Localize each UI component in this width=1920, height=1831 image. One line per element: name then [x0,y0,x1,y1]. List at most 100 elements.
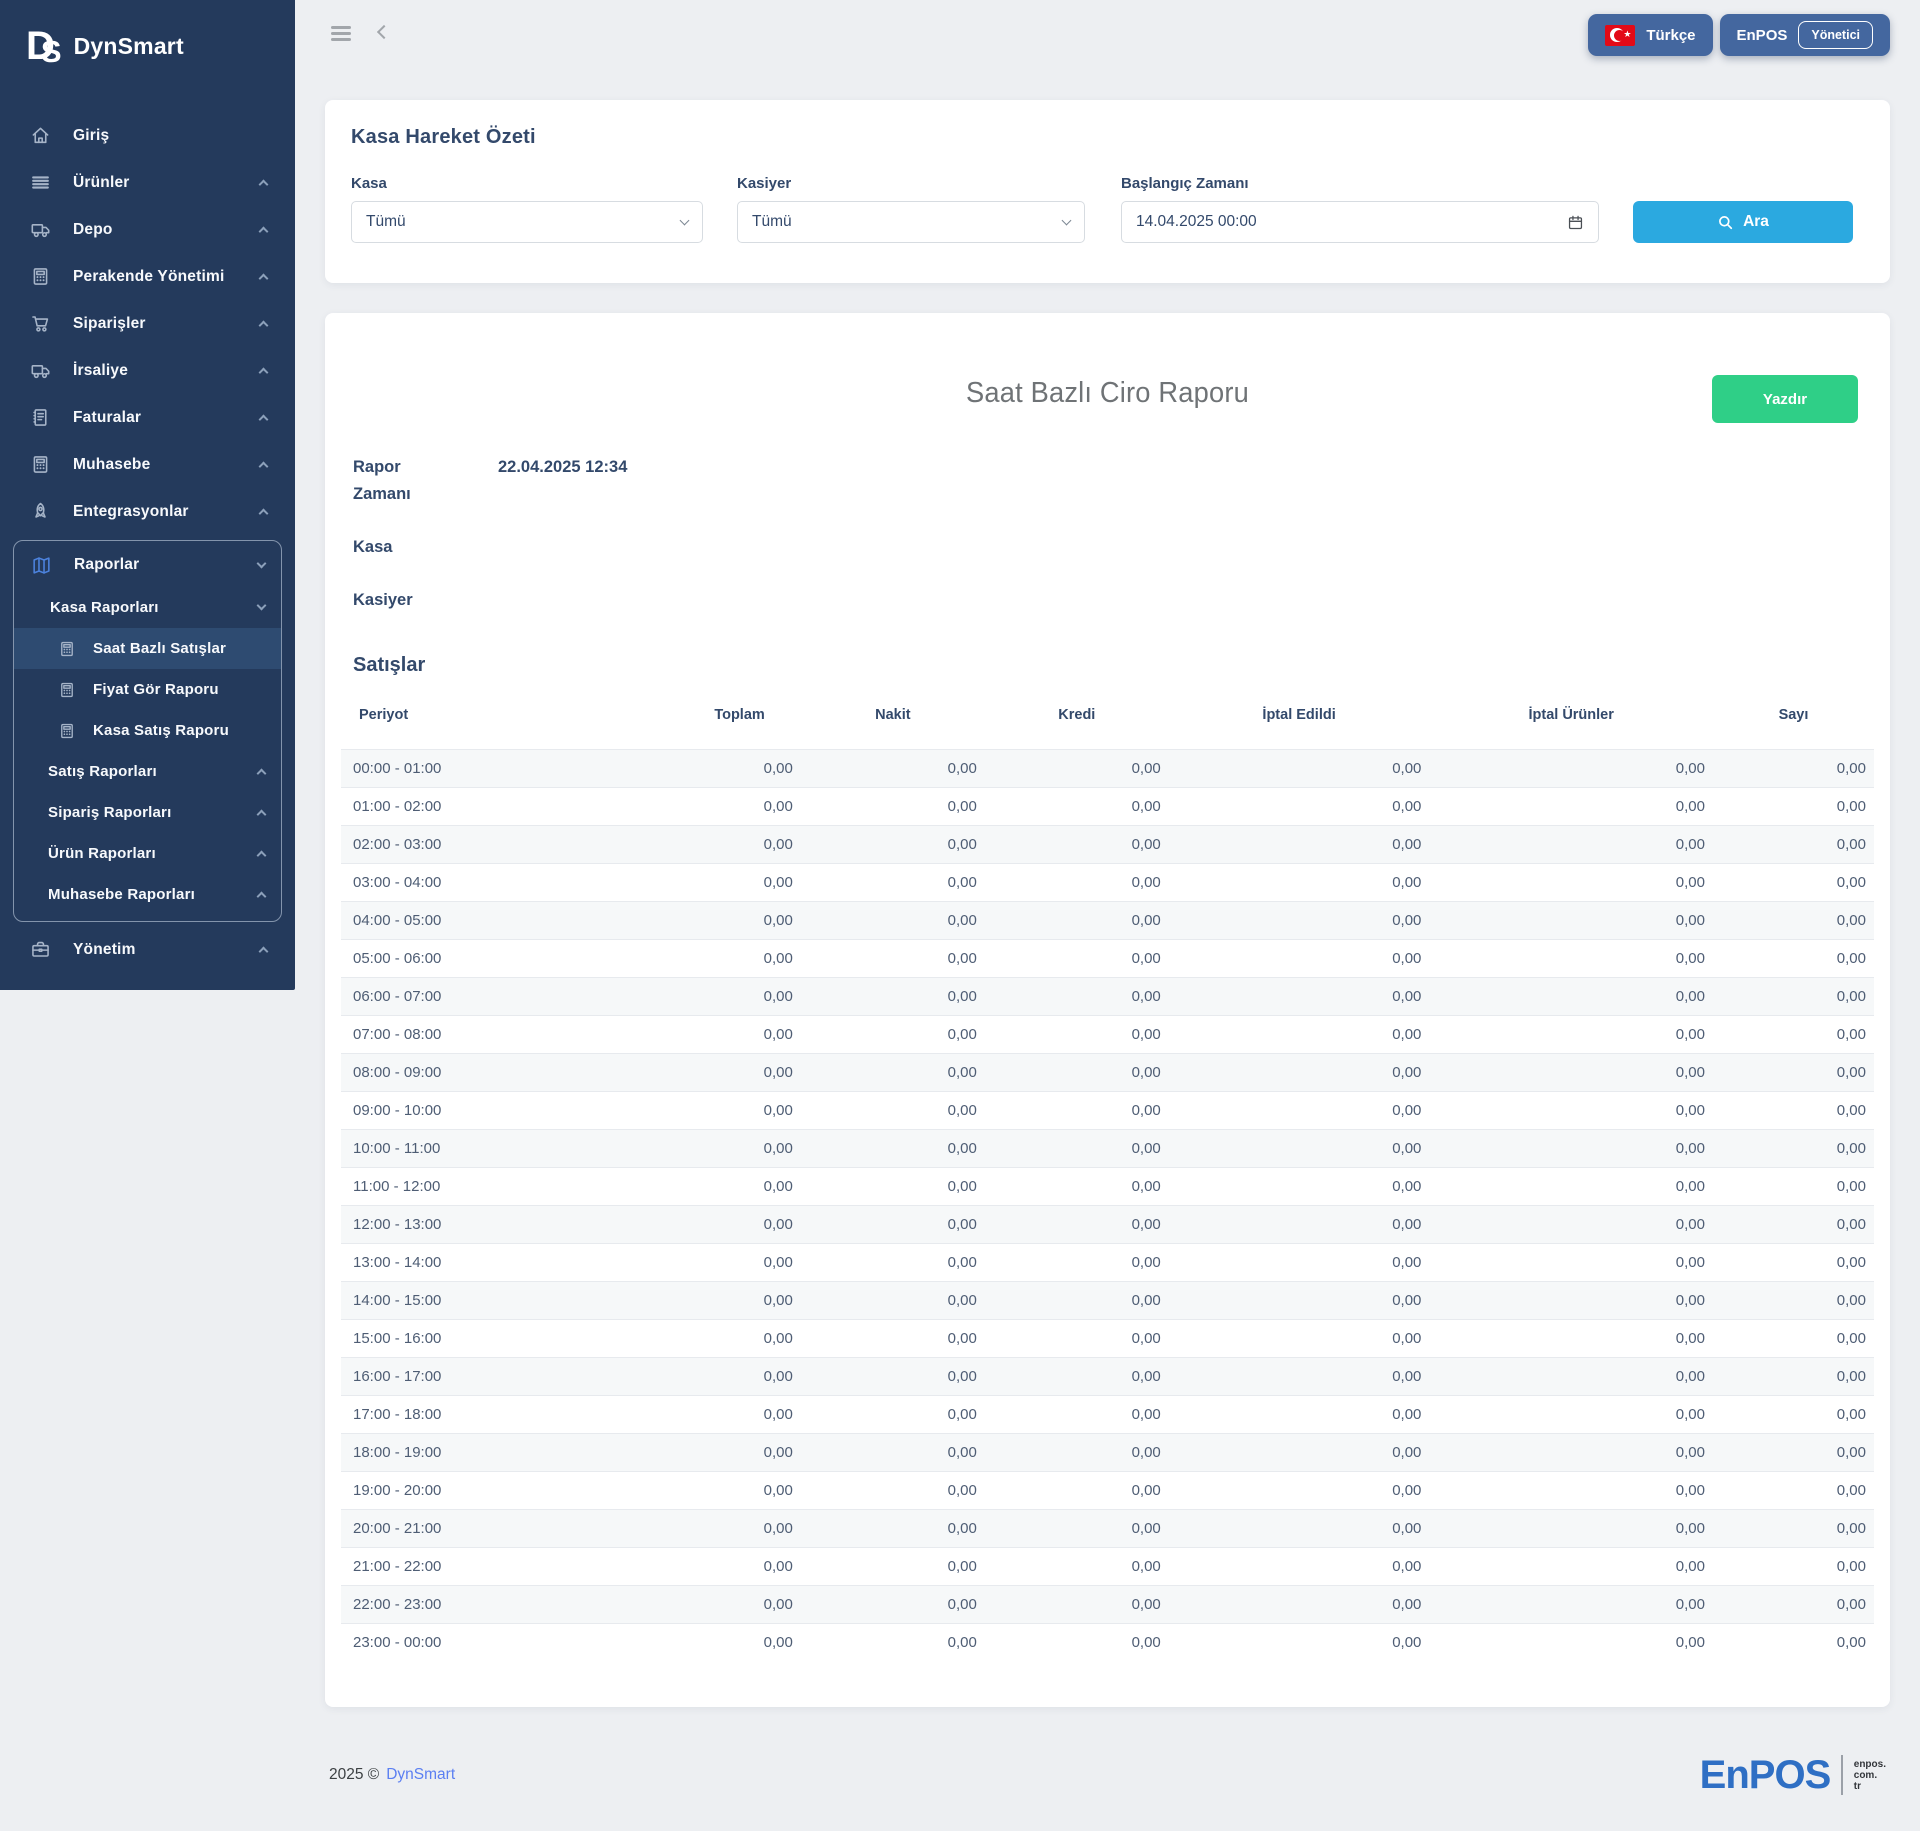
sidebar-item-kasa-satis-raporu[interactable]: Kasa Satış Raporu [14,710,281,751]
role-badge[interactable]: Yönetici [1798,21,1873,49]
sidebar-item-label: Satış Raporları [48,763,157,780]
table-row: 11:00 - 12:00 0,00 0,00 0,00 0,00 0,00 0… [341,1167,1874,1206]
chevron-up-icon [258,508,269,519]
cell-iptal-edildi: 0,00 [1168,787,1430,826]
sidebar-item-urun-raporlari[interactable]: Ürün Raporları [14,833,281,874]
truck-icon [30,360,52,382]
cell-iptal-urunler: 0,00 [1429,1167,1713,1206]
chevron-up-icon [256,809,267,820]
cell-iptal-edildi: 0,00 [1168,1509,1430,1548]
menu-toggle-icon[interactable] [329,24,353,43]
cell-nakit: 0,00 [800,1167,985,1206]
cell-iptal-edildi: 0,00 [1168,1623,1430,1661]
sidebar: DS DynSmart Giriş Ürünler Depo Perakende… [0,0,295,990]
sidebar-item-entegrasyonlar[interactable]: Entegrasyonlar [0,488,295,535]
cell-toplam: 0,00 [678,1319,801,1358]
chevron-up-icon [258,414,269,425]
cell-iptal-urunler: 0,00 [1429,749,1713,788]
cell-periyot: 04:00 - 05:00 [341,901,679,940]
enpos-logo-text: EnPOS [1699,1752,1832,1797]
sidebar-item-urunler[interactable]: Ürünler [0,159,295,206]
sidebar-item-siparis-raporlari[interactable]: Sipariş Raporları [14,792,281,833]
sidebar-item-satis-raporlari[interactable]: Satış Raporları [14,751,281,792]
cell-iptal-urunler: 0,00 [1429,1509,1713,1548]
column-header-kredi: Kredi [1058,707,1096,723]
cell-iptal-urunler: 0,00 [1429,1129,1713,1168]
kasa-select[interactable]: Tümü [351,201,703,243]
table-row: 23:00 - 00:00 0,00 0,00 0,00 0,00 0,00 0… [341,1623,1874,1661]
enpos-logo: EnPOS enpos. com. tr [1700,1753,1886,1798]
table-row: 02:00 - 03:00 0,00 0,00 0,00 0,00 0,00 0… [341,825,1874,864]
back-chevron-icon[interactable] [376,25,392,40]
cell-iptal-edildi: 0,00 [1168,1585,1430,1624]
sidebar-item-label: Ürünler [73,173,130,191]
start-time-value: 14.04.2025 00:00 [1136,213,1257,230]
sidebar-item-saat-bazli-satislar[interactable]: Saat Bazlı Satışlar [14,628,281,669]
cell-toplam: 0,00 [678,1623,801,1661]
cell-toplam: 0,00 [678,1395,801,1434]
column-header-toplam: Toplam [714,707,765,723]
print-button[interactable]: Yazdır [1712,375,1858,423]
cell-nakit: 0,00 [800,787,985,826]
copyright-year: 2025 © [329,1766,380,1783]
cell-kredi: 0,00 [984,1623,1169,1661]
cell-kredi: 0,00 [984,1205,1169,1244]
cell-iptal-urunler: 0,00 [1429,1319,1713,1358]
sidebar-item-label: Faturalar [73,408,142,426]
brand-link[interactable]: DynSmart [386,1766,455,1784]
cell-sayi: 0,00 [1712,1357,1874,1396]
sidebar-item-raporlar[interactable]: Raporlar [14,543,281,587]
sidebar-item-muhasebe-raporlari[interactable]: Muhasebe Raporları [14,874,281,915]
cell-toplam: 0,00 [678,939,801,978]
chevron-up-icon [256,768,267,779]
app-logo[interactable]: DS DynSmart [0,0,295,69]
sidebar-item-irsaliye[interactable]: İrsaliye [0,347,295,394]
chevron-up-icon [256,891,267,902]
cell-periyot: 18:00 - 19:00 [341,1433,679,1472]
cell-nakit: 0,00 [800,939,985,978]
sidebar-item-faturalar[interactable]: Faturalar [0,394,295,441]
sidebar-item-siparisler[interactable]: Siparişler [0,300,295,347]
cell-kredi: 0,00 [984,825,1169,864]
cell-nakit: 0,00 [800,901,985,940]
cell-kredi: 0,00 [984,863,1169,902]
cell-kredi: 0,00 [984,1243,1169,1282]
logo-mark: DS [26,24,62,69]
language-button[interactable]: ★ Türkçe [1588,14,1713,56]
search-button[interactable]: Ara [1633,201,1853,243]
cell-toplam: 0,00 [678,977,801,1016]
meta-row-rapor-zamani: Rapor Zamanı 22.04.2025 12:34 [353,454,1874,508]
cell-nakit: 0,00 [800,1471,985,1510]
sidebar-item-label: Kasa Satış Raporu [93,722,229,739]
page: DS DynSmart Giriş Ürünler Depo Perakende… [0,0,1920,1831]
cell-iptal-edildi: 0,00 [1168,749,1430,788]
sidebar-item-perakende-yonetimi[interactable]: Perakende Yönetimi [0,253,295,300]
sidebar-item-giris[interactable]: Giriş [0,112,295,159]
reports-group: Raporlar Kasa Raporları Saat Bazlı Satış… [13,540,282,922]
chevron-up-icon [256,850,267,861]
sales-table: Periyot Toplam Nakit Kredi İptal Edildi … [341,695,1874,1661]
cell-periyot: 02:00 - 03:00 [341,825,679,864]
sidebar-item-depo[interactable]: Depo [0,206,295,253]
kasiyer-field: Kasiyer Tümü [737,175,1085,243]
cell-periyot: 19:00 - 20:00 [341,1471,679,1510]
cell-iptal-edildi: 0,00 [1168,1129,1430,1168]
calendar-icon[interactable] [1567,214,1584,231]
cell-toplam: 0,00 [678,1585,801,1624]
cell-iptal-urunler: 0,00 [1429,977,1713,1016]
kasiyer-select[interactable]: Tümü [737,201,1085,243]
sidebar-item-fiyat-gor-raporu[interactable]: Fiyat Gör Raporu [14,669,281,710]
cell-toplam: 0,00 [678,901,801,940]
cell-periyot: 08:00 - 09:00 [341,1053,679,1092]
chevron-up-icon [258,273,269,284]
sidebar-item-kasa-raporlari[interactable]: Kasa Raporları [14,587,281,628]
sidebar-item-yonetim[interactable]: Yönetim [0,926,295,973]
cell-iptal-urunler: 0,00 [1429,1357,1713,1396]
cell-toplam: 0,00 [678,1053,801,1092]
start-time-input[interactable]: 14.04.2025 00:00 [1121,201,1599,243]
chevron-up-icon [258,320,269,331]
cell-nakit: 0,00 [800,1243,985,1282]
account-button[interactable]: EnPOS Yönetici [1719,14,1890,56]
cell-periyot: 01:00 - 02:00 [341,787,679,826]
sidebar-item-muhasebe[interactable]: Muhasebe [0,441,295,488]
